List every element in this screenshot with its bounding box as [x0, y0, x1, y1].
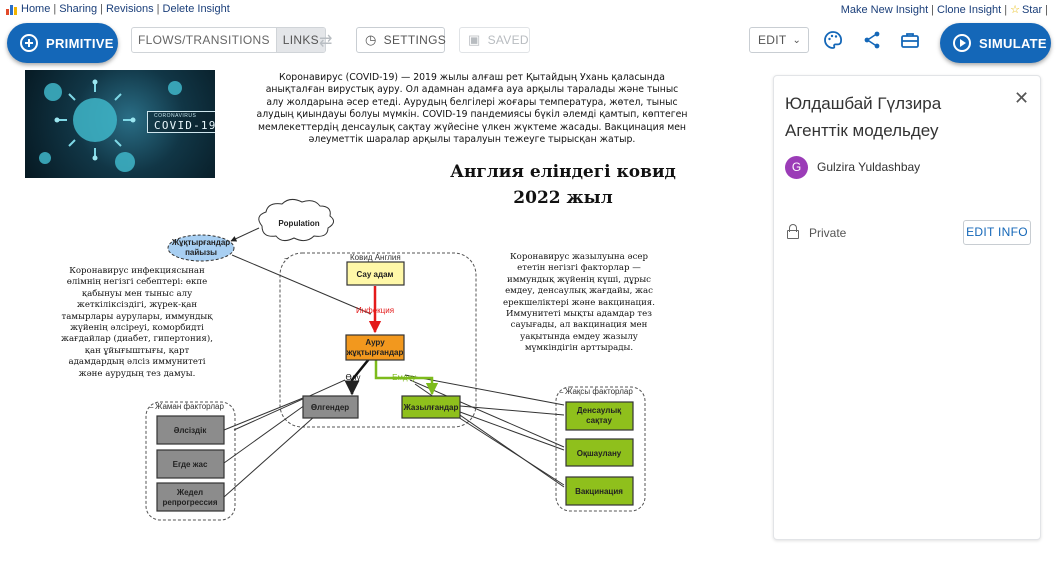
insight-title: Юлдашбай Гүлзира Агенттік модельдеу [785, 94, 942, 140]
stock-recovered-label: Жазылғандар [403, 403, 459, 412]
good-factor-isolation[interactable]: Оқшаулану [565, 438, 634, 467]
flows-transitions-tab[interactable]: FLOWS/TRANSITIONS [132, 28, 276, 52]
star-icon: ☆ [1010, 4, 1020, 16]
folder-bad-factors[interactable] [145, 401, 236, 521]
covid-picture[interactable]: CORONAVIRUS COVID-19 [25, 70, 215, 178]
clone-insight-link[interactable]: Clone Insight [937, 4, 1001, 16]
good-factor-isolation-label: Оқшаулану [577, 449, 622, 458]
stock-dead-label: Өлгендер [311, 403, 349, 412]
good-factor-vaccination-label: Вакцинация [575, 487, 623, 496]
folder-collapse-icon[interactable]: − [559, 388, 564, 397]
star-link[interactable]: Star [1022, 4, 1042, 16]
model-title-line1: Англия еліндегі ковид [450, 162, 676, 182]
flow-treatment[interactable] [374, 359, 439, 396]
save-icon: ▣ [468, 32, 481, 47]
author-name[interactable]: Gulzira Yuldashbay [817, 160, 920, 174]
variable-label-line1: Жұқтырғандар [171, 238, 230, 247]
stock-healthy-label: Сау адам [357, 270, 394, 279]
share-icon[interactable] [862, 30, 882, 55]
recovery-factors-text[interactable]: Коронавирус жазылуына әсер ететін негізг… [500, 252, 658, 355]
connection-mode-toggle: FLOWS/TRANSITIONS LINKS [131, 27, 326, 53]
revisions-link[interactable]: Revisions [106, 3, 154, 15]
stock-infected[interactable]: Ауру жұқтырғандар [345, 334, 405, 361]
sharing-link[interactable]: Sharing [59, 3, 97, 15]
top-links-left: Home | Sharing | Revisions | Delete Insi… [6, 3, 230, 15]
add-primitive-label: PRIMITIVE [46, 35, 114, 51]
lock-icon [787, 224, 799, 239]
clock-icon: ◷ [365, 32, 377, 47]
folder-good-factors[interactable] [555, 386, 646, 512]
links-tab[interactable]: LINKS [275, 28, 325, 52]
stock-recovered[interactable]: Жазылғандар [401, 395, 461, 419]
avatar[interactable]: G [785, 156, 808, 179]
folder-collapse-icon[interactable]: − [284, 254, 289, 263]
stock-healthy[interactable]: Сау адам [346, 261, 405, 286]
bad-factor-old-age[interactable]: Егде жас [156, 449, 225, 479]
good-factor-vaccination[interactable]: Вакцинация [565, 476, 634, 506]
close-icon[interactable]: ✕ [1014, 88, 1029, 109]
insight-info-panel: Юлдашбай Гүлзира Агенттік модельдеу ✕ G … [773, 75, 1041, 540]
flow-death-label: Өлу [346, 373, 361, 382]
folder-good-factors-label: Жақсы факторлар [565, 387, 633, 396]
factor-links [223, 374, 565, 498]
settings-button[interactable]: ◷ SETTINGS [356, 27, 447, 53]
simulate-label: SIMULATE [979, 35, 1047, 51]
folder-collapse-icon[interactable]: − [149, 403, 154, 412]
chevron-down-icon: ⌄ [792, 34, 802, 46]
plus-circle-icon [20, 34, 38, 52]
home-link[interactable]: Home [21, 3, 50, 15]
intro-text[interactable]: Коронавирус (COVID-19) — 2019 жылы алғаш… [256, 72, 688, 146]
top-link-bar: Home | Sharing | Revisions | Delete Insi… [0, 0, 1057, 18]
swap-icon[interactable]: ⇄ [319, 31, 332, 51]
bad-factor-weakness[interactable]: Әлсіздік [156, 415, 225, 445]
folder-bad-factors-label: Жаман факторлар [155, 402, 224, 411]
folder-covid-england[interactable] [279, 252, 477, 428]
play-icon [953, 34, 971, 52]
good-factor-healthcare[interactable]: Денсаулық сақтау [565, 401, 634, 431]
insightmaker-logo-icon [6, 4, 18, 15]
model-title[interactable]: Англия еліндегі ковид 2022 жыл [440, 159, 686, 211]
model-title-line2: 2022 жыл [513, 188, 613, 208]
good-factor-healthcare-line1: Денсаулық [577, 406, 621, 415]
bad-factor-progression-line1: Жедел [176, 488, 203, 497]
variable-label-line2: пайызы [185, 248, 217, 257]
top-links-right: Make New Insight | Clone Insight | ☆ Sta… [840, 3, 1048, 17]
good-factor-healthcare-line2: сақтау [586, 416, 612, 425]
stock-dead[interactable]: Өлгендер [302, 395, 359, 419]
population-cloud[interactable]: Population [258, 198, 334, 242]
simulate-button[interactable]: SIMULATE [940, 23, 1051, 63]
add-primitive-button[interactable]: PRIMITIVE [7, 23, 118, 63]
link-variable-infection[interactable] [231, 254, 372, 315]
settings-label: SETTINGS [383, 33, 447, 47]
population-cloud-label: Population [278, 219, 319, 228]
palette-icon[interactable] [823, 30, 843, 55]
edit-label: EDIT [758, 33, 787, 47]
toolbox-icon[interactable] [900, 30, 920, 55]
edit-menu-button[interactable]: EDIT ⌄ [749, 27, 809, 53]
privacy-status: Private [809, 226, 847, 240]
delete-insight-link[interactable]: Delete Insight [163, 3, 230, 15]
link-population-variable[interactable] [230, 227, 260, 242]
make-new-insight-link[interactable]: Make New Insight [841, 4, 928, 16]
bad-factor-weakness-label: Әлсіздік [174, 426, 208, 435]
folder-covid-england-label: Ковид Англия [350, 253, 401, 262]
stock-infected-label-line1: Ауру [365, 338, 385, 347]
edit-info-button[interactable]: EDIT INFO [963, 220, 1031, 245]
flow-treatment-label: Емдеу [392, 373, 416, 382]
bad-factor-old-age-label: Егде жас [173, 460, 208, 469]
bad-factor-progression-line2: репрогрессия [163, 498, 218, 507]
flow-infection-label: Инфекция [356, 306, 394, 315]
bad-factor-progression[interactable]: Жедел репрогрессия [156, 482, 225, 512]
flow-death[interactable] [344, 358, 370, 396]
death-causes-text[interactable]: Коронавирус инфекциясынан өлімнің негізг… [58, 266, 216, 380]
stock-infected-label-line2: жұқтырғандар [346, 348, 404, 357]
saved-label: SAVED [487, 33, 529, 47]
covid-banner: CORONAVIRUS COVID-19 [147, 111, 215, 133]
infected-percent-variable[interactable]: Жұқтырғандар пайызы [167, 234, 235, 262]
saved-button[interactable]: ▣ SAVED [459, 27, 530, 53]
